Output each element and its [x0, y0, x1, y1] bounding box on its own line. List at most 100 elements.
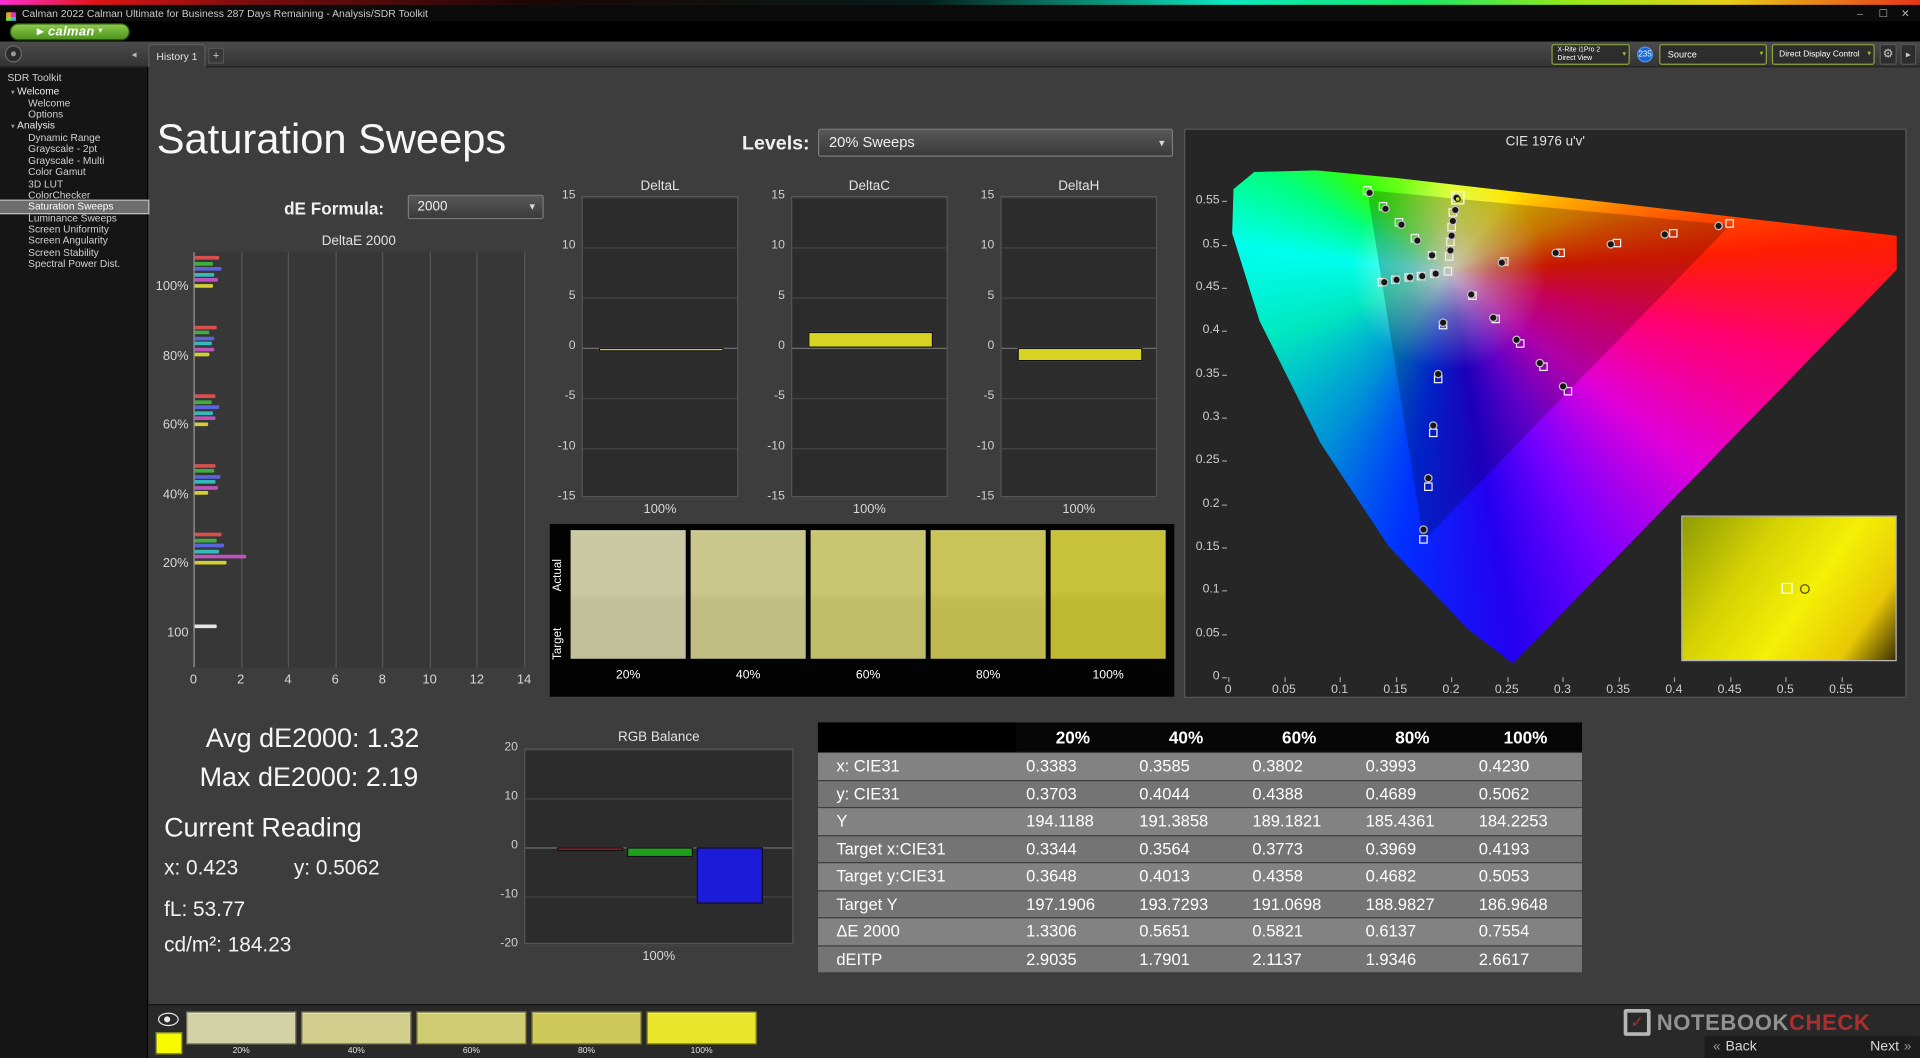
y-tick-label: -10: [754, 440, 785, 453]
levels-dropdown[interactable]: 20% Sweeps ▾: [818, 129, 1173, 157]
history-swatch-80[interactable]: [531, 1011, 641, 1044]
y-tick-label: 5: [754, 289, 785, 302]
sidebar-item-spectral-power-dist[interactable]: Spectral Power Dist.: [0, 259, 148, 270]
measured-point-yellow-20: [1446, 246, 1455, 255]
de-bar-100-magenta: [195, 278, 218, 282]
chevron-down-icon: ▾: [1622, 50, 1626, 58]
back-button[interactable]: « Back: [1713, 1036, 1757, 1058]
de-bar-40-red: [195, 463, 216, 467]
minimize-button[interactable]: –: [1849, 7, 1871, 20]
gridline: [477, 252, 478, 667]
table-cell: 0.5651: [1129, 918, 1242, 944]
history-swatch-label-100: 100%: [647, 1047, 757, 1056]
new-tab-button[interactable]: +: [208, 48, 224, 64]
table-cell: 2.9035: [1016, 946, 1129, 972]
table-cell: 0.3969: [1356, 836, 1469, 862]
maximize-button[interactable]: ☐: [1872, 7, 1894, 20]
table-cell: 0.3585: [1129, 753, 1242, 779]
history-swatch-40[interactable]: [301, 1011, 411, 1044]
de-bar-60-red: [195, 394, 215, 398]
table-cell: 0.3802: [1243, 753, 1356, 779]
y-tick-label: 0.35: [1188, 367, 1220, 380]
target-point-red-80: [1669, 229, 1678, 238]
eye-pupil-icon: [164, 1016, 170, 1022]
table-col-header-80: 80%: [1356, 722, 1469, 751]
meter-line1: X-Rite i1Pro 2: [1558, 47, 1617, 55]
table-col-header-100: 100%: [1469, 722, 1582, 751]
table-row-deitp: dEITP2.90351.79012.11371.93462.6617: [818, 946, 1582, 972]
settings-gear-button[interactable]: ⚙: [1880, 44, 1897, 65]
de-bar-20-yellow: [195, 560, 226, 564]
de-bar-80-yellow: [195, 353, 209, 357]
levels-label: Levels:: [742, 133, 810, 155]
calman-logo-button[interactable]: calman ▾: [10, 23, 130, 40]
expander-icon[interactable]: ▾: [11, 89, 15, 96]
sidebar-item-welcome[interactable]: Welcome: [0, 97, 148, 108]
y-tick-label: -10: [487, 888, 518, 901]
table-cell: 0.5821: [1243, 918, 1356, 944]
x-tick-label: 2: [226, 672, 255, 687]
sidebar-group-welcome[interactable]: ▾Welcome: [0, 86, 148, 98]
panel-expand-button[interactable]: ▸: [1900, 44, 1916, 65]
de-bar-40-magenta: [195, 486, 218, 490]
meter-button[interactable]: X-Rite i1Pro 2 Direct View ▾: [1551, 44, 1629, 65]
y-tick-mark: [1222, 331, 1227, 332]
gridline: [382, 252, 383, 667]
y-tick-mark: [1222, 201, 1227, 202]
preview-toggle[interactable]: [156, 1009, 183, 1030]
y-tick-label: 0.5: [1188, 237, 1220, 250]
source-button[interactable]: Source ▾: [1659, 44, 1767, 65]
display-control-button[interactable]: Direct Display Control ▾: [1772, 44, 1875, 65]
table-cell: 186.9648: [1469, 891, 1582, 917]
gridline: [792, 498, 946, 499]
tab-history-1[interactable]: History 1: [148, 44, 206, 67]
x-tick-label: 0.25: [1490, 683, 1524, 696]
y-tick-label: 10: [964, 239, 995, 252]
y-tick-label: -5: [545, 389, 576, 402]
measured-point-green-40: [1413, 236, 1422, 245]
y-axis-label: 20%: [135, 556, 189, 571]
plot-area: [193, 252, 524, 667]
sidebar: SDR Toolkit ▾WelcomeWelcomeOptions▾Analy…: [0, 67, 148, 1058]
table-cell: 0.5053: [1469, 863, 1582, 889]
y-tick-mark: [1222, 374, 1227, 375]
table-cell: 0.4044: [1129, 781, 1242, 807]
sidebar-tree: ▾WelcomeWelcomeOptions▾AnalysisDynamic R…: [0, 86, 148, 270]
home-button[interactable]: [5, 45, 22, 62]
history-swatch-20[interactable]: [186, 1011, 296, 1044]
saturation-swatch-40: [691, 530, 806, 659]
sidebar-collapse-button[interactable]: ◂: [126, 48, 142, 63]
sidebar-header: SDR Toolkit: [7, 71, 61, 83]
navigation-bar: « Back Next »: [1704, 1036, 1920, 1058]
gridline: [430, 252, 431, 667]
watermark-part1: NOTEBOOK: [1657, 1010, 1789, 1034]
current-color-swatch: [156, 1032, 183, 1054]
table-row-label: Target x:CIE31: [818, 836, 1016, 862]
history-swatch-60[interactable]: [416, 1011, 526, 1044]
table-cell: 2.6617: [1469, 946, 1582, 972]
de-bar-60-green: [195, 400, 212, 404]
delta-h-chart: DeltaH151050-5-10-15100%: [964, 179, 1203, 528]
swatch-label-20: 20%: [571, 669, 686, 682]
gridline: [524, 252, 525, 667]
close-button[interactable]: ✕: [1894, 7, 1916, 20]
gridline: [1002, 247, 1156, 248]
table-cell: 0.3993: [1356, 753, 1469, 779]
de-bar-60-yellow: [195, 422, 209, 426]
history-swatch-100[interactable]: [647, 1011, 757, 1044]
next-button[interactable]: Next »: [1870, 1036, 1911, 1058]
table-row-label: ΔE 2000: [818, 918, 1016, 944]
x-category-label: 100%: [791, 502, 948, 517]
table-cell: 0.7554: [1469, 918, 1582, 944]
de-formula-dropdown[interactable]: 2000 ▾: [408, 195, 544, 219]
x-tick-label: 4: [273, 672, 302, 687]
y-tick-label: 0.4: [1188, 324, 1220, 337]
gridline: [1002, 398, 1156, 399]
sidebar-item-color-gamut[interactable]: Color Gamut: [0, 167, 148, 178]
expander-icon[interactable]: ▾: [11, 124, 15, 131]
target-point-red-100: [1725, 220, 1734, 229]
y-tick-label: 0.2: [1188, 497, 1220, 510]
table-cell: 0.5062: [1469, 781, 1582, 807]
table-row-label: Target y:CIE31: [818, 863, 1016, 889]
gridline: [583, 298, 737, 299]
